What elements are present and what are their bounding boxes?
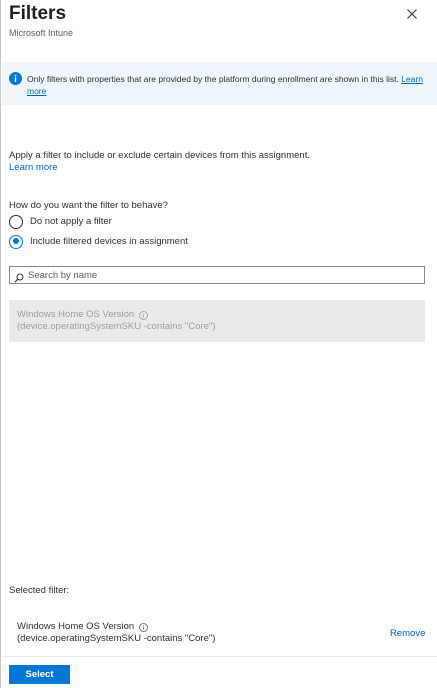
radio-button-checked[interactable]	[9, 234, 23, 249]
panel-title: Filters	[9, 3, 67, 24]
search-icon	[14, 270, 24, 283]
description-learn-more-link[interactable]: Learn more	[9, 162, 58, 174]
search-input[interactable]	[28, 269, 418, 281]
info-icon	[9, 72, 22, 85]
radio-label: Do not apply a filter	[30, 216, 112, 227]
remove-link[interactable]: Remove	[390, 628, 425, 640]
selected-filter-name: Windows Home OS Version	[17, 621, 135, 632]
filter-rule: (device.operatingSystemSKU -contains "Co…	[17, 321, 216, 332]
footer-divider	[2, 656, 437, 657]
filter-name-row: Windows Home OS Version	[17, 309, 149, 321]
info-circle-icon[interactable]	[139, 622, 149, 632]
selected-filter-label: Selected filter:	[9, 585, 70, 596]
filters-panel: Filters Microsoft Intune Only filters wi…	[0, 0, 437, 688]
info-bar: Only filters with properties that are pr…	[2, 62, 437, 105]
filter-name: Windows Home OS Version	[17, 309, 135, 320]
selected-filter-rule: (device.operatingSystemSKU -contains "Co…	[17, 633, 216, 644]
search-box[interactable]	[9, 266, 425, 284]
info-text: Only filters with properties that are pr…	[27, 73, 427, 97]
radio-button-unchecked[interactable]	[9, 214, 23, 229]
panel-subtitle: Microsoft Intune	[9, 28, 74, 38]
info-message: Only filters with properties that are pr…	[27, 74, 399, 84]
behavior-question: How do you want the filter to behave?	[9, 200, 168, 211]
info-circle-icon[interactable]	[139, 310, 149, 320]
radio-do-not-apply[interactable]: Do not apply a filter	[9, 214, 112, 229]
assignment-description: Apply a filter to include or exclude cer…	[9, 150, 310, 161]
radio-label: Include filtered devices in assignment	[30, 236, 188, 247]
selected-filter-name-row: Windows Home OS Version	[17, 621, 149, 633]
filter-list-item[interactable]: Windows Home OS Version (device.operatin…	[9, 300, 425, 342]
radio-include-filtered[interactable]: Include filtered devices in assignment	[9, 234, 188, 249]
select-button[interactable]: Select	[9, 665, 70, 684]
close-icon[interactable]	[404, 6, 420, 22]
